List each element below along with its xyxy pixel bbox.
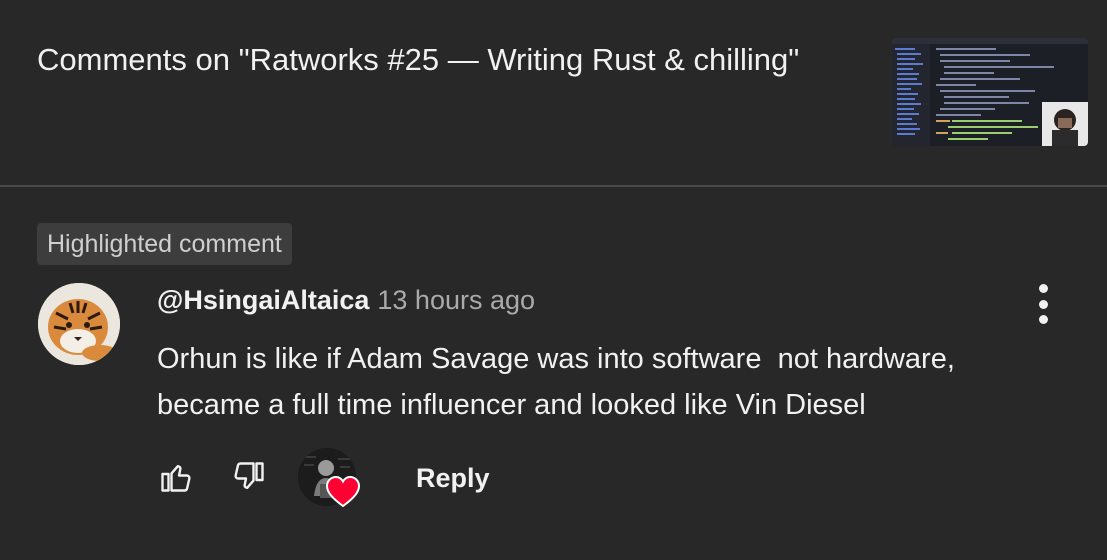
more-vert-icon[interactable] xyxy=(1026,282,1060,326)
comment-text-line: Orhun is like if Adam Savage was into so… xyxy=(157,343,955,375)
creator-heart xyxy=(298,448,362,508)
comment-time[interactable]: 13 hours ago xyxy=(377,285,535,315)
highlighted-comment-badge: Highlighted comment xyxy=(37,223,292,265)
comment-meta: @HsingaiAltaica 13 hours ago xyxy=(157,285,535,316)
comment-actions: Reply xyxy=(0,448,1107,508)
thumbs-up-icon xyxy=(161,465,191,492)
commenter-avatar[interactable] xyxy=(38,283,120,365)
like-button[interactable] xyxy=(158,458,194,496)
comment-text-line: became a full time influencer and looked… xyxy=(157,389,866,421)
thumbs-down-icon xyxy=(234,462,264,489)
comment-text: Orhun is like if Adam Savage was into so… xyxy=(157,336,1057,428)
dislike-button[interactable] xyxy=(231,458,267,496)
tiger-avatar-image xyxy=(38,283,120,365)
comment-author[interactable]: @HsingaiAltaica xyxy=(157,285,369,315)
video-thumbnail[interactable] xyxy=(892,38,1088,146)
reply-button[interactable]: Reply xyxy=(400,454,506,502)
page-title: Comments on "Ratworks #25 — Writing Rust… xyxy=(37,42,800,77)
comments-header: Comments on "Ratworks #25 — Writing Rust… xyxy=(0,0,1107,187)
heart-icon xyxy=(326,476,360,508)
video-thumbnail-image xyxy=(892,38,1088,146)
